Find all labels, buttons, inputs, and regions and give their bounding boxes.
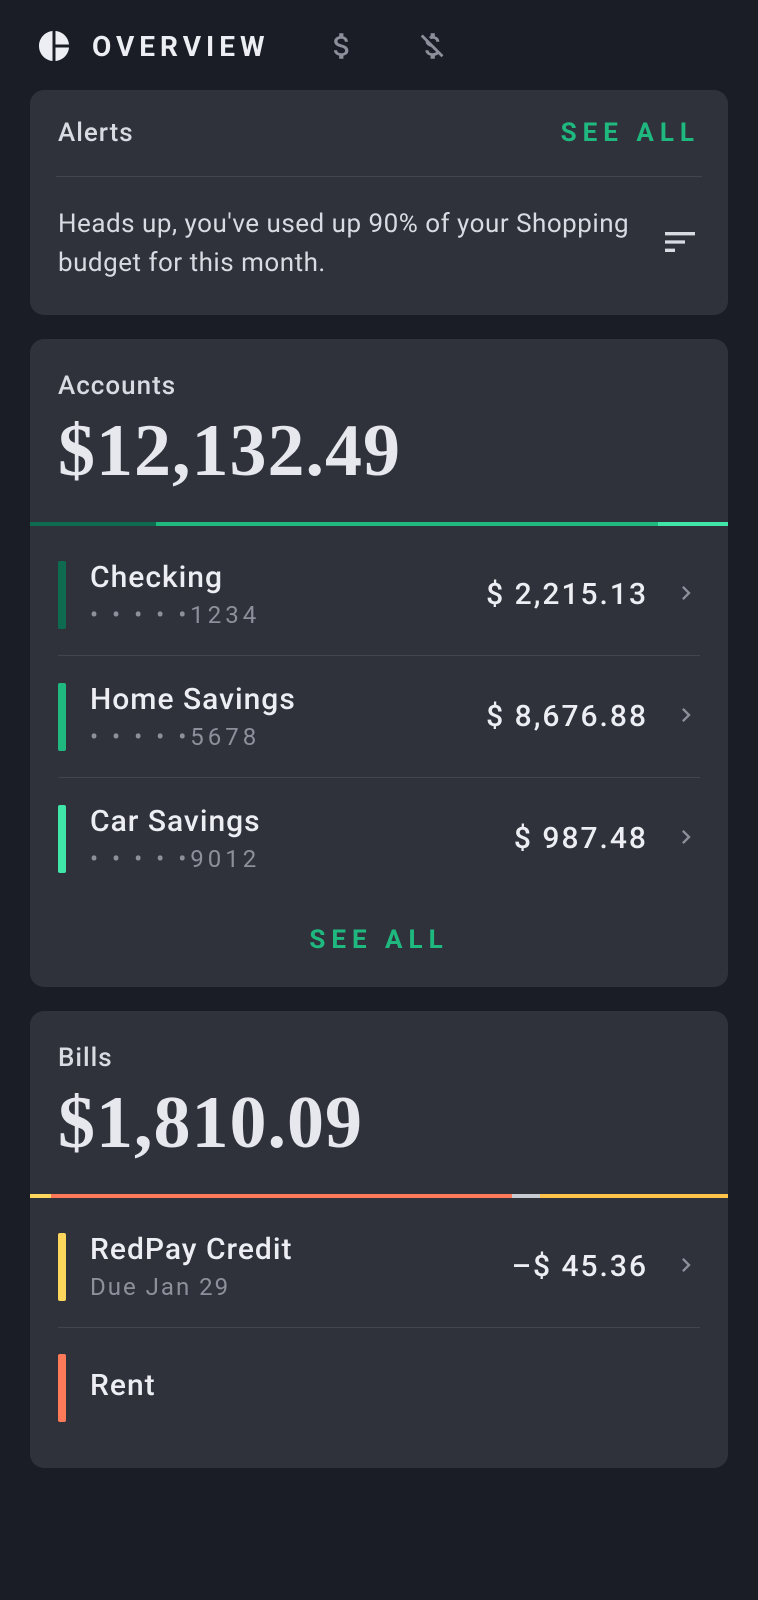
sort-icon: [660, 222, 700, 266]
segment: [540, 1194, 728, 1198]
color-indicator: [58, 805, 66, 873]
alerts-card: Alerts SEE ALL Heads up, you've used up …: [30, 90, 728, 315]
pie-chart-icon: [36, 28, 72, 64]
segment: [512, 1194, 540, 1198]
alerts-see-all-link[interactable]: SEE ALL: [561, 118, 700, 148]
alerts-title: Alerts: [58, 118, 134, 148]
account-row[interactable]: Home Savings • • • • •5678 $ 8,676.88: [58, 656, 700, 778]
alert-message: Heads up, you've used up 90% of your Sho…: [58, 205, 632, 283]
account-row[interactable]: Checking • • • • •1234 $ 2,215.13: [58, 534, 700, 656]
account-name: Checking: [90, 560, 462, 595]
tab-accounts[interactable]: [325, 29, 359, 63]
accounts-see-all-link[interactable]: SEE ALL: [58, 899, 700, 967]
account-mask: • • • • •5678: [90, 723, 462, 751]
account-row[interactable]: Car Savings • • • • •9012 $ 987.48: [58, 778, 700, 899]
chevron-right-icon: [672, 823, 700, 855]
bill-name: RedPay Credit: [90, 1232, 488, 1267]
chevron-right-icon: [672, 701, 700, 733]
bill-row[interactable]: Rent: [58, 1328, 700, 1448]
account-amount: $ 2,215.13: [486, 577, 648, 612]
account-name: Car Savings: [90, 804, 490, 839]
accounts-title: Accounts: [58, 367, 700, 401]
tab-overview[interactable]: OVERVIEW: [36, 28, 269, 64]
segment: [51, 1194, 512, 1198]
account-name: Home Savings: [90, 682, 462, 717]
chevron-right-icon: [672, 1251, 700, 1283]
bills-title: Bills: [58, 1039, 700, 1073]
bill-row[interactable]: RedPay Credit Due Jan 29 –$ 45.36: [58, 1206, 700, 1328]
bills-segment-bar: [30, 1194, 728, 1198]
color-indicator: [58, 561, 66, 629]
segment: [658, 522, 728, 526]
bills-card: Bills $1,810.09 RedPay Credit Due Jan 29–…: [30, 1011, 728, 1468]
segment: [30, 522, 156, 526]
bill-amount: –$ 45.36: [512, 1249, 648, 1284]
bill-due: Due Jan 29: [90, 1273, 488, 1301]
dollar-off-icon: [415, 29, 449, 63]
accounts-segment-bar: [30, 522, 728, 526]
color-indicator: [58, 1354, 66, 1422]
bill-name: Rent: [90, 1368, 700, 1403]
top-tab-bar: OVERVIEW: [30, 0, 728, 90]
color-indicator: [58, 1233, 66, 1301]
account-amount: $ 987.48: [514, 821, 648, 856]
accounts-card: Accounts $12,132.49 Checking • • • • •123…: [30, 339, 728, 987]
alert-row[interactable]: Heads up, you've used up 90% of your Sho…: [58, 177, 700, 295]
color-indicator: [58, 683, 66, 751]
accounts-total: $12,132.49: [58, 409, 700, 494]
dollar-icon: [325, 29, 359, 63]
account-amount: $ 8,676.88: [486, 699, 648, 734]
account-mask: • • • • •1234: [90, 601, 462, 629]
chevron-right-icon: [672, 579, 700, 611]
tab-bills[interactable]: [415, 29, 449, 63]
segment: [30, 1194, 51, 1198]
account-mask: • • • • •9012: [90, 845, 490, 873]
bills-total: $1,810.09: [58, 1081, 700, 1166]
tab-overview-label: OVERVIEW: [92, 30, 269, 63]
segment: [156, 522, 659, 526]
